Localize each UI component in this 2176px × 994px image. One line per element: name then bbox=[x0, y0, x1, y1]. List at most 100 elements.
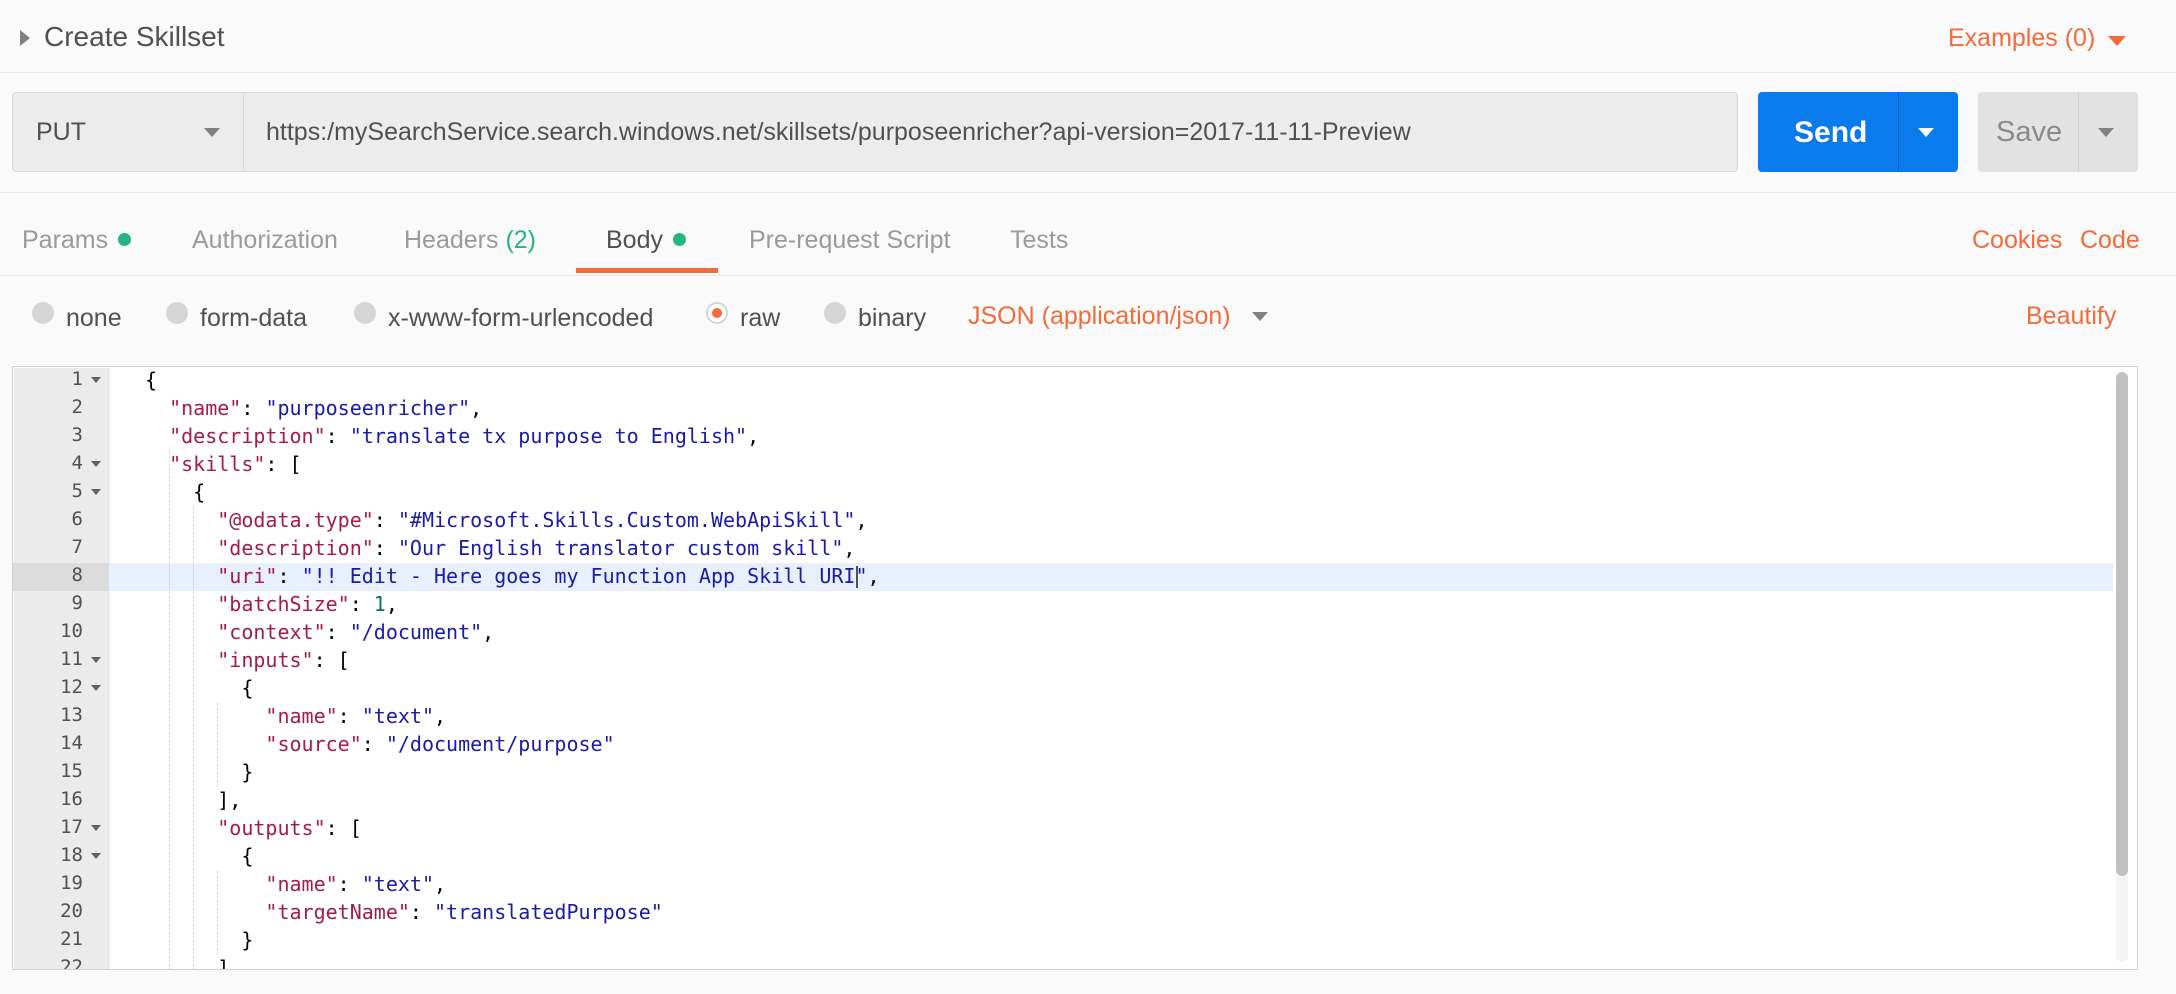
gutter-cell: 5 bbox=[13, 479, 109, 507]
gutter-cell: 10 bbox=[13, 619, 109, 647]
cookies-link[interactable]: Cookies bbox=[1972, 226, 2062, 255]
save-button-label[interactable]: Save bbox=[1996, 116, 2062, 149]
tab-label: Authorization bbox=[192, 226, 338, 254]
code-link[interactable]: Code bbox=[2080, 226, 2140, 255]
fold-toggle-icon[interactable] bbox=[91, 461, 101, 467]
tab-count: (2) bbox=[505, 226, 537, 254]
code-text[interactable]: { bbox=[145, 844, 253, 868]
code-text[interactable]: "batchSize": 1, bbox=[145, 592, 398, 616]
request-name[interactable]: Create Skillset bbox=[44, 21, 225, 53]
radio-x-www-form-urlencoded[interactable] bbox=[354, 302, 376, 324]
fold-toggle-icon[interactable] bbox=[91, 489, 101, 495]
code-line[interactable]: 22 ] bbox=[13, 955, 2113, 970]
code-line[interactable]: 20 "targetName": "translatedPurpose" bbox=[13, 899, 2113, 927]
content-type-dropdown[interactable]: JSON (application/json) bbox=[968, 302, 1231, 331]
code-line[interactable]: 11 "inputs": [ bbox=[13, 647, 2113, 675]
line-number: 12 bbox=[60, 676, 83, 698]
line-number: 4 bbox=[71, 452, 83, 474]
code-line[interactable]: 12 { bbox=[13, 675, 2113, 703]
code-line[interactable]: 10 "context": "/document", bbox=[13, 619, 2113, 647]
code-line[interactable]: 7 "description": "Our English translator… bbox=[13, 535, 2113, 563]
url-value[interactable]: https:/mySearchService.search.windows.ne… bbox=[266, 118, 1411, 147]
code-text[interactable]: "description": "translate tx purpose to … bbox=[145, 424, 759, 448]
status-dot bbox=[118, 232, 132, 246]
code-line[interactable]: 19 "name": "text", bbox=[13, 871, 2113, 899]
code-text[interactable]: "outputs": [ bbox=[145, 816, 362, 840]
code-line[interactable]: 5 { bbox=[13, 479, 2113, 507]
code-line[interactable]: 16 ], bbox=[13, 787, 2113, 815]
radio-binary[interactable] bbox=[824, 302, 846, 324]
code-text[interactable]: "@odata.type": "#Microsoft.Skills.Custom… bbox=[145, 508, 867, 532]
code-text[interactable]: "context": "/document", bbox=[145, 620, 494, 644]
code-line[interactable]: 9 "batchSize": 1, bbox=[13, 591, 2113, 619]
editor-scrollbar-thumb[interactable] bbox=[2116, 372, 2128, 876]
radio-raw[interactable] bbox=[706, 302, 728, 324]
code-text[interactable]: "inputs": [ bbox=[145, 648, 349, 672]
radio-label-none[interactable]: none bbox=[66, 304, 122, 333]
radio-form-data[interactable] bbox=[166, 302, 188, 324]
code-text[interactable]: { bbox=[145, 676, 253, 700]
tab-pre-request-script[interactable]: Pre-request Script bbox=[749, 226, 950, 255]
fold-toggle-icon[interactable] bbox=[91, 853, 101, 859]
tab-body[interactable]: Body bbox=[606, 226, 686, 255]
code-text[interactable]: "description": "Our English translator c… bbox=[145, 536, 855, 560]
code-text[interactable]: "name": "purposeenricher", bbox=[145, 396, 482, 420]
radio-label-binary[interactable]: binary bbox=[858, 304, 926, 333]
fold-toggle-icon[interactable] bbox=[91, 657, 101, 663]
tab-params[interactable]: Params bbox=[22, 226, 132, 255]
radio-label-form-data[interactable]: form-data bbox=[200, 304, 307, 333]
method-label[interactable]: PUT bbox=[36, 118, 86, 147]
gutter-cell: 21 bbox=[13, 927, 109, 955]
line-number: 22 bbox=[60, 956, 83, 970]
tab-label: Tests bbox=[1010, 226, 1069, 254]
code-line[interactable]: 13 "name": "text", bbox=[13, 703, 2113, 731]
radio-label-x-www-form-urlencoded[interactable]: x-www-form-urlencoded bbox=[388, 304, 653, 333]
body-editor[interactable]: 1{2 "name": "purposeenricher", 3 "descrip… bbox=[12, 366, 2138, 970]
code-line[interactable]: 21 } bbox=[13, 927, 2113, 955]
indent-guide bbox=[217, 871, 219, 955]
expand-caret-icon[interactable] bbox=[20, 30, 30, 46]
send-button-label[interactable]: Send bbox=[1794, 116, 1867, 150]
tab-tests[interactable]: Tests bbox=[1010, 226, 1068, 255]
gutter-cell: 15 bbox=[13, 759, 109, 787]
code-line[interactable]: 15 } bbox=[13, 759, 2113, 787]
code-line[interactable]: 4 "skills": [ bbox=[13, 451, 2113, 479]
code-text[interactable]: "name": "text", bbox=[145, 872, 446, 896]
code-text[interactable]: ] bbox=[145, 956, 229, 969]
line-number: 6 bbox=[71, 508, 83, 530]
chevron-down-icon[interactable] bbox=[204, 128, 220, 137]
code-line[interactable]: 3 "description": "translate tx purpose t… bbox=[13, 423, 2113, 451]
beautify-button[interactable]: Beautify bbox=[2026, 302, 2116, 331]
code-line[interactable]: 6 "@odata.type": "#Microsoft.Skills.Cust… bbox=[13, 507, 2113, 535]
fold-toggle-icon[interactable] bbox=[91, 377, 101, 383]
chevron-down-icon[interactable] bbox=[2098, 128, 2114, 137]
code-line[interactable]: 2 "name": "purposeenricher", bbox=[13, 395, 2113, 423]
tab-headers[interactable]: Headers (2) bbox=[404, 226, 536, 255]
tab-authorization[interactable]: Authorization bbox=[192, 226, 338, 255]
tab-label: Pre-request Script bbox=[749, 226, 951, 254]
line-number: 16 bbox=[60, 788, 83, 810]
code-line[interactable]: 14 "source": "/document/purpose" bbox=[13, 731, 2113, 759]
code-text[interactable]: "targetName": "translatedPurpose" bbox=[145, 900, 662, 924]
line-number: 13 bbox=[60, 704, 83, 726]
code-text[interactable]: "source": "/document/purpose" bbox=[145, 732, 614, 756]
examples-dropdown[interactable]: Examples (0) bbox=[1948, 24, 2095, 53]
code-text[interactable]: "uri": "!! Edit - Here goes my Function … bbox=[145, 564, 879, 588]
radio-none[interactable] bbox=[32, 302, 54, 324]
fold-toggle-icon[interactable] bbox=[91, 825, 101, 831]
code-text[interactable]: "name": "text", bbox=[145, 704, 446, 728]
code-text[interactable]: } bbox=[145, 760, 253, 784]
code-line[interactable]: 18 { bbox=[13, 843, 2113, 871]
code-text[interactable]: } bbox=[145, 928, 253, 952]
chevron-down-icon[interactable] bbox=[1252, 312, 1268, 321]
fold-toggle-icon[interactable] bbox=[91, 685, 101, 691]
code-line[interactable]: 1{ bbox=[13, 367, 2113, 395]
code-text[interactable]: { bbox=[145, 368, 157, 392]
code-line[interactable]: 17 "outputs": [ bbox=[13, 815, 2113, 843]
chevron-down-icon[interactable] bbox=[1918, 128, 1934, 137]
code-text[interactable]: { bbox=[145, 480, 205, 504]
chevron-down-icon[interactable] bbox=[2108, 36, 2126, 46]
radio-label-raw[interactable]: raw bbox=[740, 304, 780, 333]
line-number: 9 bbox=[71, 592, 83, 614]
code-line[interactable]: 8 "uri": "!! Edit - Here goes my Functio… bbox=[13, 563, 2113, 591]
